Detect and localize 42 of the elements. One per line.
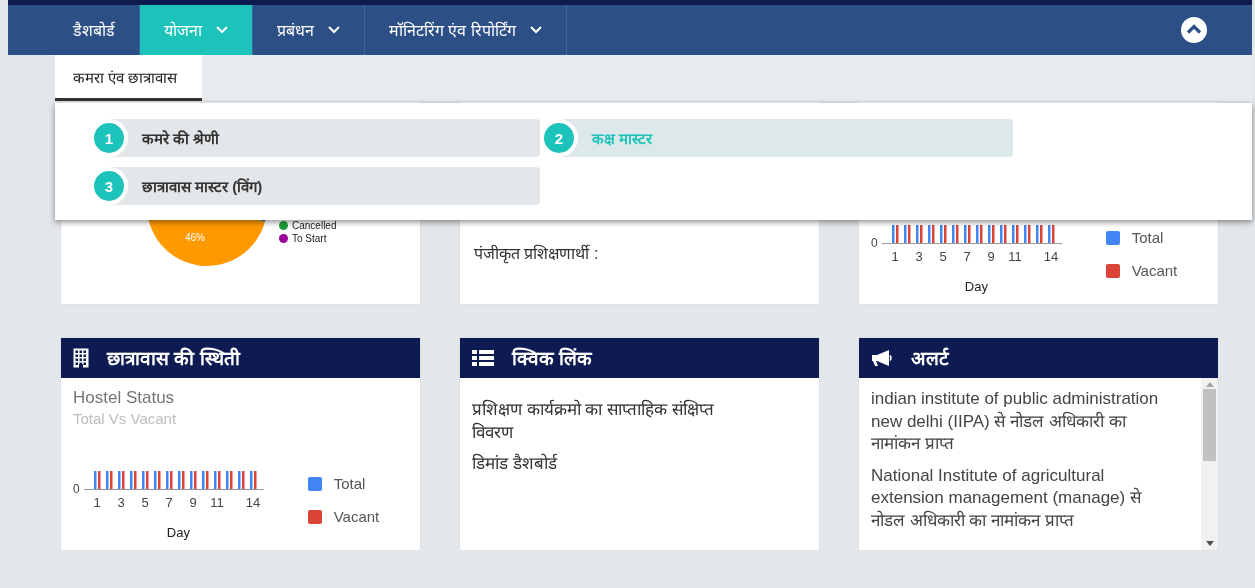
legend-label: Cancelled [292,220,337,231]
quick-link[interactable]: प्रशिक्षण कार्यक्रमो का साप्ताहिक संक्षिप्त विवरण [472,398,742,444]
axis-label: 3 [915,249,923,264]
card-title: क्विक लिंक [512,346,593,371]
legend-label: To Start [292,233,327,244]
axis-label: 9 [189,495,197,510]
alert-text: indian institute of public administration new delhi (IIPA) से नोडल अधिकारी का नामांकन प्राप्त [871,388,1160,455]
chart-title: Hostel Status [72,388,176,408]
axis-label: 0 [73,482,80,496]
alert-text: National Institute of agricultural extension management (manage) से नोडल अधिकारी का नामांकन प्राप्त [871,464,1143,532]
legend-label: Total [1131,229,1164,246]
slice-label: 46% [185,232,205,243]
axis-label: 11 [209,495,224,510]
quick-link[interactable]: डिमांड डैशबोर्ड [472,452,742,475]
info-label: पंजीकृत प्रशिक्षणार्थी : [474,243,600,264]
megaphone-icon [871,349,893,367]
scrollbar[interactable] [1201,378,1218,550]
card-title: छात्रावास की स्थिती [107,346,240,371]
axis-label: 0 [871,236,878,250]
legend-label: Total [333,475,366,492]
axis-title: Day [166,525,190,540]
submenu-tab[interactable]: कमरा एंव छात्रावास [55,55,203,101]
axis-label: 14 [245,495,260,510]
axis-label: 7 [963,249,971,264]
chart-subtitle: Total Vs Vacant [72,410,178,427]
axis-label: 1 [93,495,101,510]
legend-label: Vacant [1131,262,1178,279]
axis-label: 5 [939,249,947,264]
axis-title: Day [964,279,988,294]
building-icon [73,348,89,368]
list-icon [472,350,494,366]
axis-label: 14 [1043,249,1058,264]
axis-label: 3 [117,495,125,510]
card-title: अलर्ट [911,346,949,371]
collapse-icon[interactable] [1181,17,1207,43]
axis-label: 7 [165,495,173,510]
axis-label: 9 [987,249,995,264]
axis-label: 11 [1007,249,1022,264]
legend-label: Vacant [333,508,380,525]
axis-label: 1 [891,249,899,264]
scroll-down-icon[interactable] [1205,541,1214,546]
axis-label: 5 [141,495,149,510]
